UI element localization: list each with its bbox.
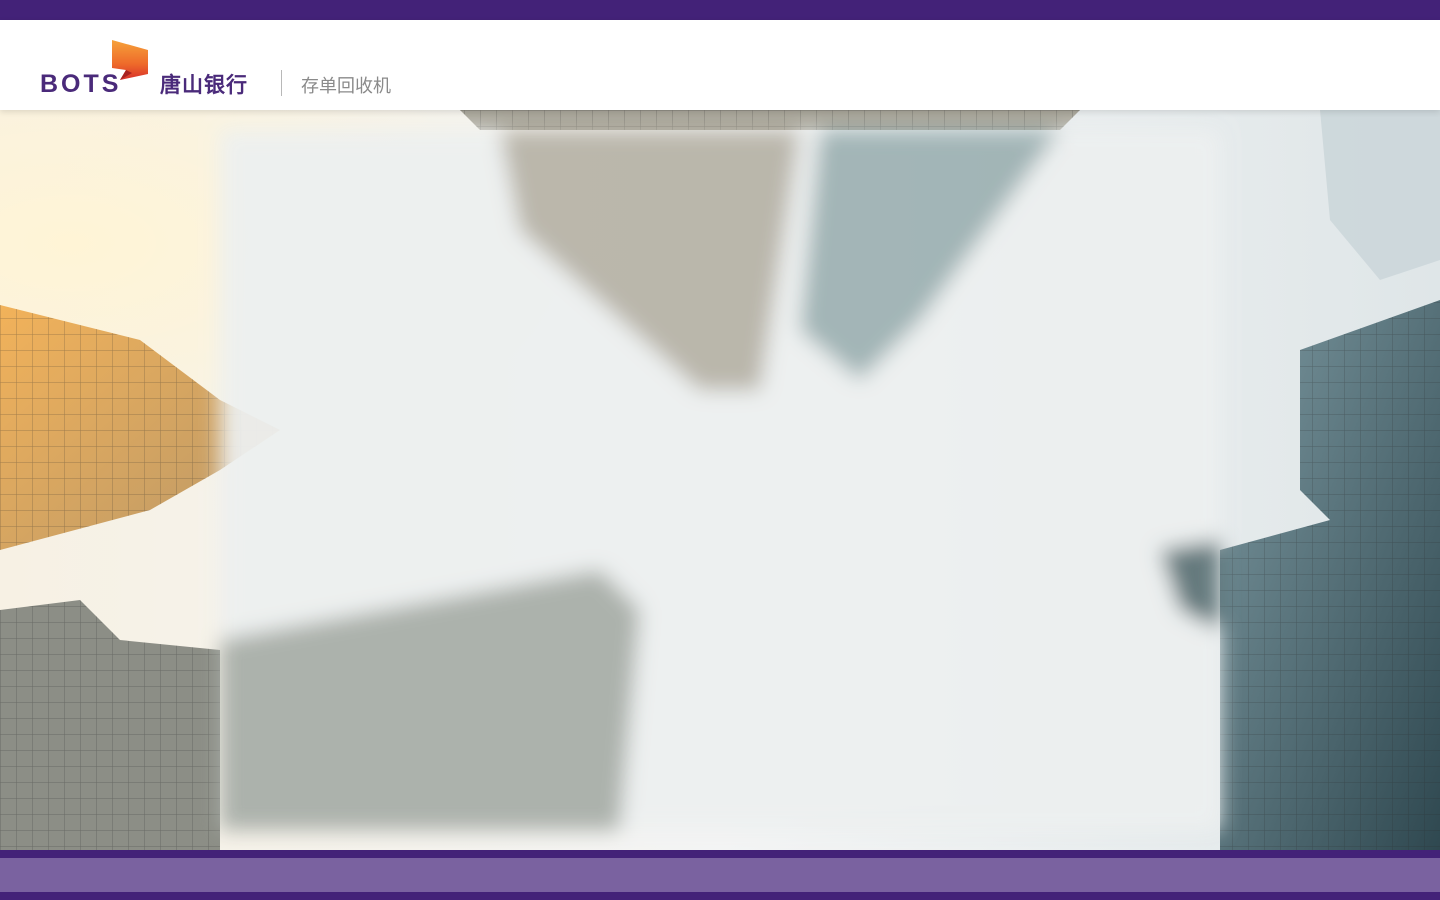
logo-chinese-text: 唐山银行 xyxy=(160,73,248,97)
app-subtitle: 存单回收机 xyxy=(301,76,391,97)
hero-image xyxy=(0,110,1440,850)
hero-background xyxy=(0,110,1440,850)
bank-logo: BOTS 唐山银行 xyxy=(38,40,268,100)
top-accent-bar xyxy=(0,0,1440,20)
bottom-band xyxy=(0,850,1440,900)
header-divider xyxy=(281,70,282,96)
app-header: BOTS 唐山银行 存单回收机 xyxy=(0,20,1440,110)
ribbon-flag-icon xyxy=(112,40,148,80)
bottom-band-inner xyxy=(0,858,1440,892)
